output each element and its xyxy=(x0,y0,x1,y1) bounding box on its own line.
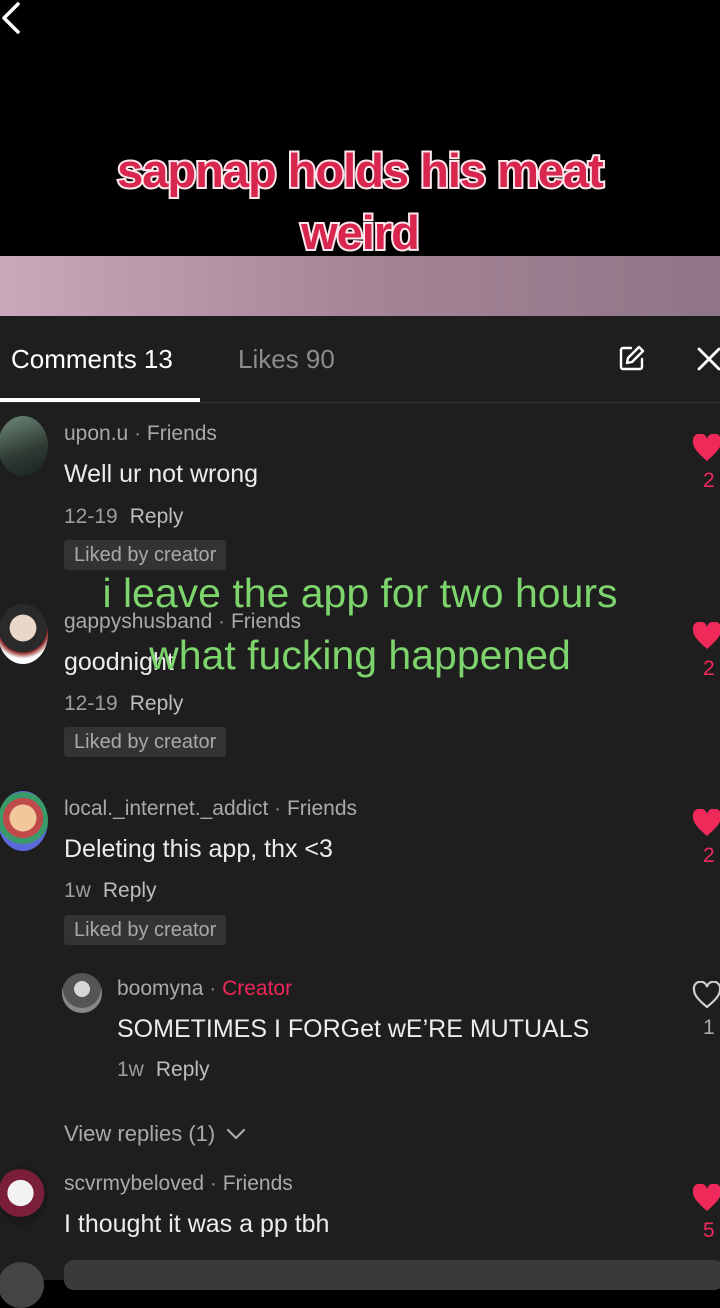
heart-filled-icon[interactable] xyxy=(692,809,720,837)
view-replies-button[interactable]: View replies (1) xyxy=(64,1121,247,1147)
comment-username[interactable]: scvrmybeloved xyxy=(64,1172,204,1195)
comment-text: Deleting this app, thx <3 xyxy=(64,835,333,863)
like-count: 5 xyxy=(703,1219,715,1242)
like-count: 2 xyxy=(703,469,715,492)
liked-by-creator-badge: Liked by creator xyxy=(64,915,227,945)
comment-time: 12-19 xyxy=(64,692,118,715)
heart-filled-icon[interactable] xyxy=(692,1184,720,1212)
comment-username[interactable]: local._internet._addict xyxy=(64,797,268,820)
like-count: 2 xyxy=(703,844,715,867)
avatar[interactable] xyxy=(0,791,48,851)
edit-icon[interactable] xyxy=(618,344,646,372)
creator-label: Creator xyxy=(222,977,293,1000)
comment-time: 12-19 xyxy=(64,505,118,528)
comment-text: I thought it was a pp tbh xyxy=(64,1210,330,1238)
close-icon[interactable] xyxy=(696,346,720,372)
comments-panel: Comments 13 Likes 90 upon.u · Friends We… xyxy=(0,316,720,1308)
reply-button[interactable]: Reply xyxy=(156,1058,210,1081)
avatar[interactable] xyxy=(0,604,48,664)
active-tab-indicator xyxy=(0,398,200,402)
comment-footer: 1w Reply xyxy=(64,879,157,903)
comment-time: 1w xyxy=(117,1058,144,1081)
video-overlay-text: i leave the app for two hours what fucki… xyxy=(102,570,618,678)
comment-footer: 12-19 Reply xyxy=(64,692,183,716)
avatar[interactable] xyxy=(0,1166,48,1226)
like-count: 2 xyxy=(703,657,715,680)
comment-footer: 1w Reply xyxy=(117,1058,210,1082)
comment-relation: Friends xyxy=(286,797,358,820)
reply-button[interactable]: Reply xyxy=(103,879,157,902)
comment-meta: boomyna · Creator xyxy=(117,977,293,1000)
view-replies-label: View replies (1) xyxy=(64,1121,216,1146)
comment-input[interactable] xyxy=(64,1260,720,1290)
comment-username[interactable]: boomyna xyxy=(117,977,203,1000)
back-arrow-icon[interactable] xyxy=(0,0,26,40)
comment-relation: Friends xyxy=(222,1172,293,1195)
comment-text: Well ur not wrong xyxy=(64,460,259,488)
comment-username[interactable]: upon.u xyxy=(64,422,128,445)
avatar[interactable] xyxy=(62,973,102,1013)
comment-text: SOMETIMES I FORGet wE’RE MUTUALS xyxy=(117,1015,590,1043)
chevron-down-icon xyxy=(227,1128,246,1140)
video-player[interactable]: sapnap holds his meat weird xyxy=(0,0,720,261)
comment-meta: scvrmybeloved · Friends xyxy=(64,1172,293,1195)
comment-footer: 12-19 Reply xyxy=(64,505,183,529)
video-frame-strip[interactable] xyxy=(0,256,720,316)
comment-meta: upon.u · Friends xyxy=(64,422,217,445)
heart-filled-icon[interactable] xyxy=(692,434,720,462)
heart-outline-icon[interactable] xyxy=(692,981,720,1009)
video-caption: sapnap holds his meat weird xyxy=(115,142,606,261)
comment-time: 1w xyxy=(64,879,91,902)
tab-likes[interactable]: Likes 90 xyxy=(238,344,335,375)
reply-button[interactable]: Reply xyxy=(130,505,184,528)
reply-button[interactable]: Reply xyxy=(130,692,184,715)
liked-by-creator-badge: Liked by creator xyxy=(64,727,227,757)
comment-meta: local._internet._addict · Friends xyxy=(64,797,358,820)
comment-relation: Friends xyxy=(146,422,217,445)
tab-bar: Comments 13 Likes 90 xyxy=(0,316,720,403)
tab-comments[interactable]: Comments 13 xyxy=(11,344,173,375)
avatar[interactable] xyxy=(0,416,48,476)
avatar xyxy=(0,1262,44,1308)
like-count: 1 xyxy=(703,1016,715,1039)
heart-filled-icon[interactable] xyxy=(692,622,720,650)
